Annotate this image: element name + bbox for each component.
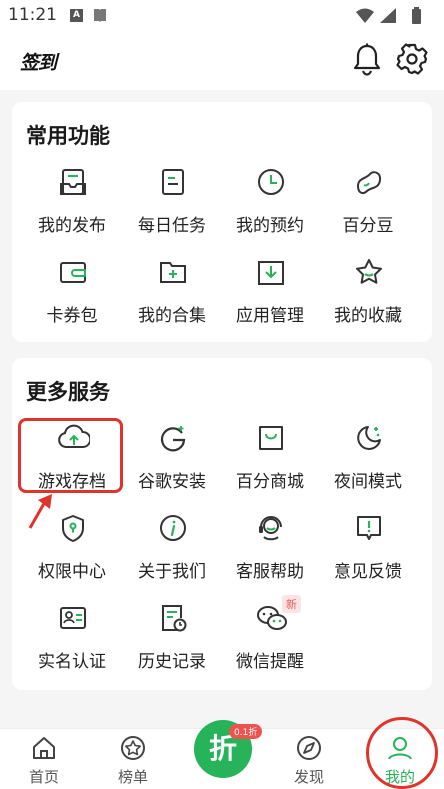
- more-services-card: 更多服务 游戏存档 谷歌安装 百分商城 夜间模式 权限中心 关于我们 客服帮助 …: [12, 358, 432, 690]
- star-icon: [354, 257, 384, 287]
- wallet-icon: [58, 257, 88, 287]
- grid-item-label: 我的发布: [38, 216, 106, 236]
- id-card-icon: [58, 603, 88, 633]
- section-title: 常用功能: [26, 124, 110, 148]
- checkin-logo[interactable]: 签到: [20, 48, 57, 75]
- google-icon: [158, 423, 188, 453]
- grid-item-label: 每日任务: [138, 216, 206, 236]
- grid-item-app-management[interactable]: 应用管理: [220, 257, 320, 337]
- shield-icon: [58, 513, 88, 543]
- top-header: 签到: [0, 32, 444, 90]
- status-bar: 11:21 A: [0, 0, 444, 32]
- grid-item-label: 应用管理: [236, 306, 304, 326]
- nav-rank[interactable]: 榜单: [98, 729, 168, 789]
- highlight-circle-mine: [366, 717, 438, 789]
- grid-item-feedback[interactable]: 意见反馈: [318, 513, 418, 593]
- nav-label: 发现: [293, 768, 324, 786]
- grid-item-label: 我的收藏: [334, 306, 402, 326]
- highlight-box-game-saves: [18, 418, 123, 493]
- new-badge: 新: [282, 595, 301, 613]
- grid-item-label: 关于我们: [138, 562, 206, 582]
- grid-item-night-mode[interactable]: 夜间模式: [318, 423, 418, 503]
- status-time: 11:21: [8, 5, 57, 25]
- grid-item-label: 谷歌安装: [138, 472, 206, 492]
- discount-badge: 0.1折: [229, 724, 263, 739]
- common-functions-card: 常用功能 我的发布 每日任务 我的预约 百分豆 卡券包 我的合集 应用管理 我的…: [12, 102, 432, 342]
- moon-icon: [354, 423, 384, 453]
- folder-add-icon: [158, 257, 188, 287]
- annotation-arrow-icon: [24, 492, 58, 536]
- wifi-icon: [356, 8, 374, 23]
- headset-icon: [256, 513, 286, 543]
- medal-icon: [120, 735, 146, 761]
- inbox-icon: [58, 167, 88, 197]
- grid-item-my-favorites[interactable]: 我的收藏: [318, 257, 418, 337]
- grid-item-label: 卡券包: [46, 306, 98, 326]
- bean-icon: [354, 167, 384, 197]
- nav-label: 首页: [28, 768, 59, 786]
- grid-item-google-install[interactable]: 谷歌安装: [122, 423, 222, 503]
- gear-icon[interactable]: [396, 43, 428, 79]
- bell-icon[interactable]: [351, 43, 383, 81]
- grid-item-label: 实名认证: [38, 652, 106, 672]
- grid-item-label: 我的合集: [138, 306, 206, 326]
- nav-discover[interactable]: 发现: [274, 729, 344, 789]
- grid-item-label: 历史记录: [138, 652, 206, 672]
- section-title: 更多服务: [26, 380, 110, 404]
- grid-item-history[interactable]: 历史记录: [122, 603, 222, 683]
- grid-item-my-reservations[interactable]: 我的预约: [220, 167, 320, 247]
- nav-label: 榜单: [117, 768, 148, 786]
- system-icons: [354, 6, 434, 30]
- grid-item-about-us[interactable]: 关于我们: [122, 513, 222, 593]
- grid-item-daily-tasks[interactable]: 每日任务: [122, 167, 222, 247]
- grid-item-percent-beans[interactable]: 百分豆: [318, 167, 418, 247]
- compass-icon: [296, 735, 322, 761]
- battery-icon: [412, 9, 421, 24]
- shopping-bag-icon: [256, 423, 286, 453]
- notification-book-icon: [93, 8, 107, 27]
- notification-a-icon: A: [70, 9, 83, 22]
- grid-item-label: 权限中心: [38, 562, 106, 582]
- grid-item-real-name[interactable]: 实名认证: [22, 603, 122, 683]
- grid-item-customer-service[interactable]: 客服帮助: [220, 513, 320, 593]
- grid-item-coupon-wallet[interactable]: 卡券包: [22, 257, 122, 337]
- grid-item-label: 百分豆: [342, 216, 394, 236]
- grid-item-label: 百分商城: [236, 472, 304, 492]
- grid-item-store[interactable]: 百分商城: [220, 423, 320, 503]
- grid-item-wechat-reminder[interactable]: 新 微信提醒: [220, 595, 320, 683]
- grid-item-label: 客服帮助: [236, 562, 304, 582]
- feedback-icon: [354, 513, 384, 543]
- history-icon: [158, 603, 188, 633]
- grid-item-my-posts[interactable]: 我的发布: [22, 167, 122, 247]
- grid-item-label: 我的预约: [236, 216, 304, 236]
- nav-home[interactable]: 首页: [9, 729, 79, 789]
- clock-icon: [256, 167, 286, 197]
- home-icon: [31, 735, 57, 761]
- grid-item-label: 意见反馈: [334, 562, 402, 582]
- info-icon: [158, 513, 188, 543]
- grid-item-my-collections[interactable]: 我的合集: [122, 257, 222, 337]
- grid-item-label: 夜间模式: [334, 472, 402, 492]
- task-icon: [158, 167, 188, 197]
- grid-item-label: 微信提醒: [236, 652, 304, 672]
- signal-icon: [380, 8, 396, 23]
- download-box-icon: [256, 257, 286, 287]
